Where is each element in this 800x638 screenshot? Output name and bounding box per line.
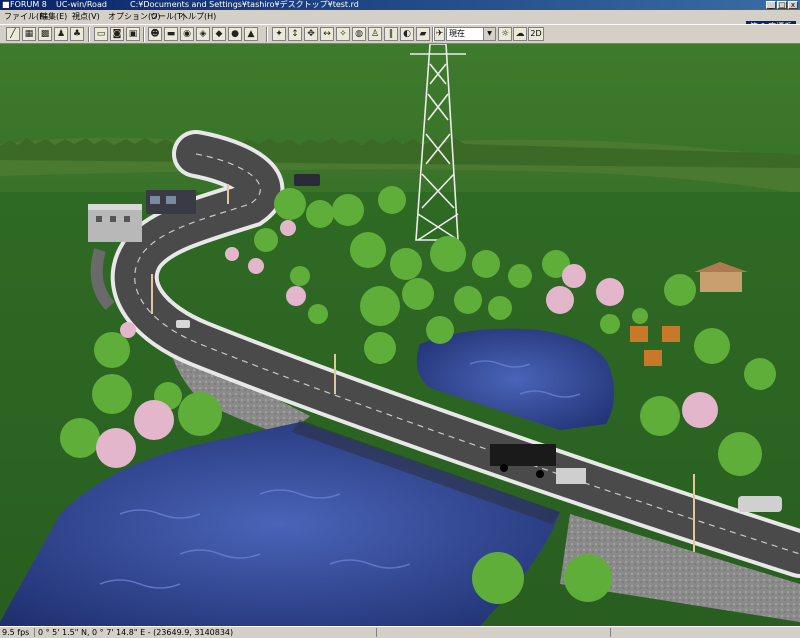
maximize-button[interactable]: □ xyxy=(777,1,787,9)
orbit-icon[interactable]: ✧ xyxy=(336,27,350,41)
move-icon[interactable]: ↕ xyxy=(288,27,302,41)
rotate-icon[interactable]: ✥ xyxy=(304,27,318,41)
camera-icon[interactable]: ◙ xyxy=(110,27,124,41)
walk-icon[interactable]: ♙ xyxy=(368,27,382,41)
tree-icon[interactable]: ♣ xyxy=(70,27,84,41)
traffic-icon[interactable]: ◉ xyxy=(180,27,194,41)
product-name: UC-win/Road xyxy=(56,0,107,9)
3d-viewport[interactable] xyxy=(0,44,800,626)
time-icon[interactable]: ☼ xyxy=(498,27,512,41)
status-bar: 9.5 fps 0 ° 5' 1.5" N, 0 ° 7' 14.8" E - … xyxy=(0,626,800,638)
status-divider xyxy=(610,628,611,637)
close-button[interactable]: x xyxy=(788,1,798,9)
scene xyxy=(0,44,800,626)
coordinate-readout: 0 ° 5' 1.5" N, 0 ° 7' 14.8" E - (23649.9… xyxy=(38,628,234,637)
signal-icon[interactable]: ◈ xyxy=(196,27,210,41)
view-2d-button[interactable]: 2D xyxy=(528,27,544,41)
compass-icon[interactable]: ✦ xyxy=(272,27,286,41)
menu-bar: ファイル(F) 編集(E) 視点(V) オプション(O) ツール(T) ヘルプ(… xyxy=(0,10,800,32)
status-divider xyxy=(376,628,377,637)
toolbar-separator xyxy=(143,27,145,42)
toolbar-separator xyxy=(88,27,90,42)
app-name: FORUM 8 xyxy=(10,0,47,9)
map-icon[interactable]: ▩ xyxy=(38,27,52,41)
pause-icon[interactable]: ‖ xyxy=(384,27,398,41)
building-dark xyxy=(146,190,196,214)
globe-icon[interactable]: ● xyxy=(228,27,242,41)
weather-icon[interactable]: ☁ xyxy=(513,27,527,41)
status-divider xyxy=(34,628,35,637)
title-bar: ■ FORUM 8 UC-win/Road C:¥Documents and S… xyxy=(0,0,800,10)
car-right xyxy=(738,496,782,512)
toolbar: ╱ ▦ ▩ ♟ ♣ ▭ ◙ ▣ ☻ ▬ ◉ ◈ ◆ ● ▲ ✦ ↕ ✥ ↔ ✧ … xyxy=(0,24,800,44)
time-select[interactable]: 現在 ▼ xyxy=(446,27,496,41)
time-select-value: 現在 xyxy=(449,29,465,38)
car-icon[interactable]: ▰ xyxy=(416,27,430,41)
vehicle-icon[interactable]: ▬ xyxy=(164,27,178,41)
plane-icon[interactable]: ✈ xyxy=(434,27,445,41)
model-icon[interactable]: ▲ xyxy=(244,27,258,41)
road-icon[interactable]: ╱ xyxy=(6,27,20,41)
texture-icon[interactable]: ◆ xyxy=(212,27,226,41)
menu-view[interactable]: 視点(V) xyxy=(72,10,100,24)
drive-icon[interactable]: ◐ xyxy=(400,27,414,41)
car-far xyxy=(294,174,320,186)
minimize-button[interactable]: _ xyxy=(766,1,776,9)
fps-readout: 9.5 fps xyxy=(2,628,30,637)
car-left xyxy=(176,320,190,328)
file-path: C:¥Documents and Settings¥tashiro¥デスクトップ… xyxy=(130,0,359,9)
pan-icon[interactable]: ↔ xyxy=(320,27,334,41)
building-left xyxy=(88,204,142,242)
menu-edit[interactable]: 編集(E) xyxy=(40,10,67,24)
grid-icon[interactable]: ▦ xyxy=(22,27,36,41)
menu-help[interactable]: ヘルプ(H) xyxy=(180,10,216,24)
toolbar-separator xyxy=(266,27,268,42)
chevron-down-icon[interactable]: ▼ xyxy=(483,28,495,40)
app-icon: ■ xyxy=(2,0,10,9)
save-icon[interactable]: ▣ xyxy=(126,27,140,41)
people-icon[interactable]: ☻ xyxy=(148,27,162,41)
globe-view-icon[interactable]: ◍ xyxy=(352,27,366,41)
capture-icon[interactable]: ▭ xyxy=(94,27,108,41)
person-icon[interactable]: ♟ xyxy=(54,27,68,41)
